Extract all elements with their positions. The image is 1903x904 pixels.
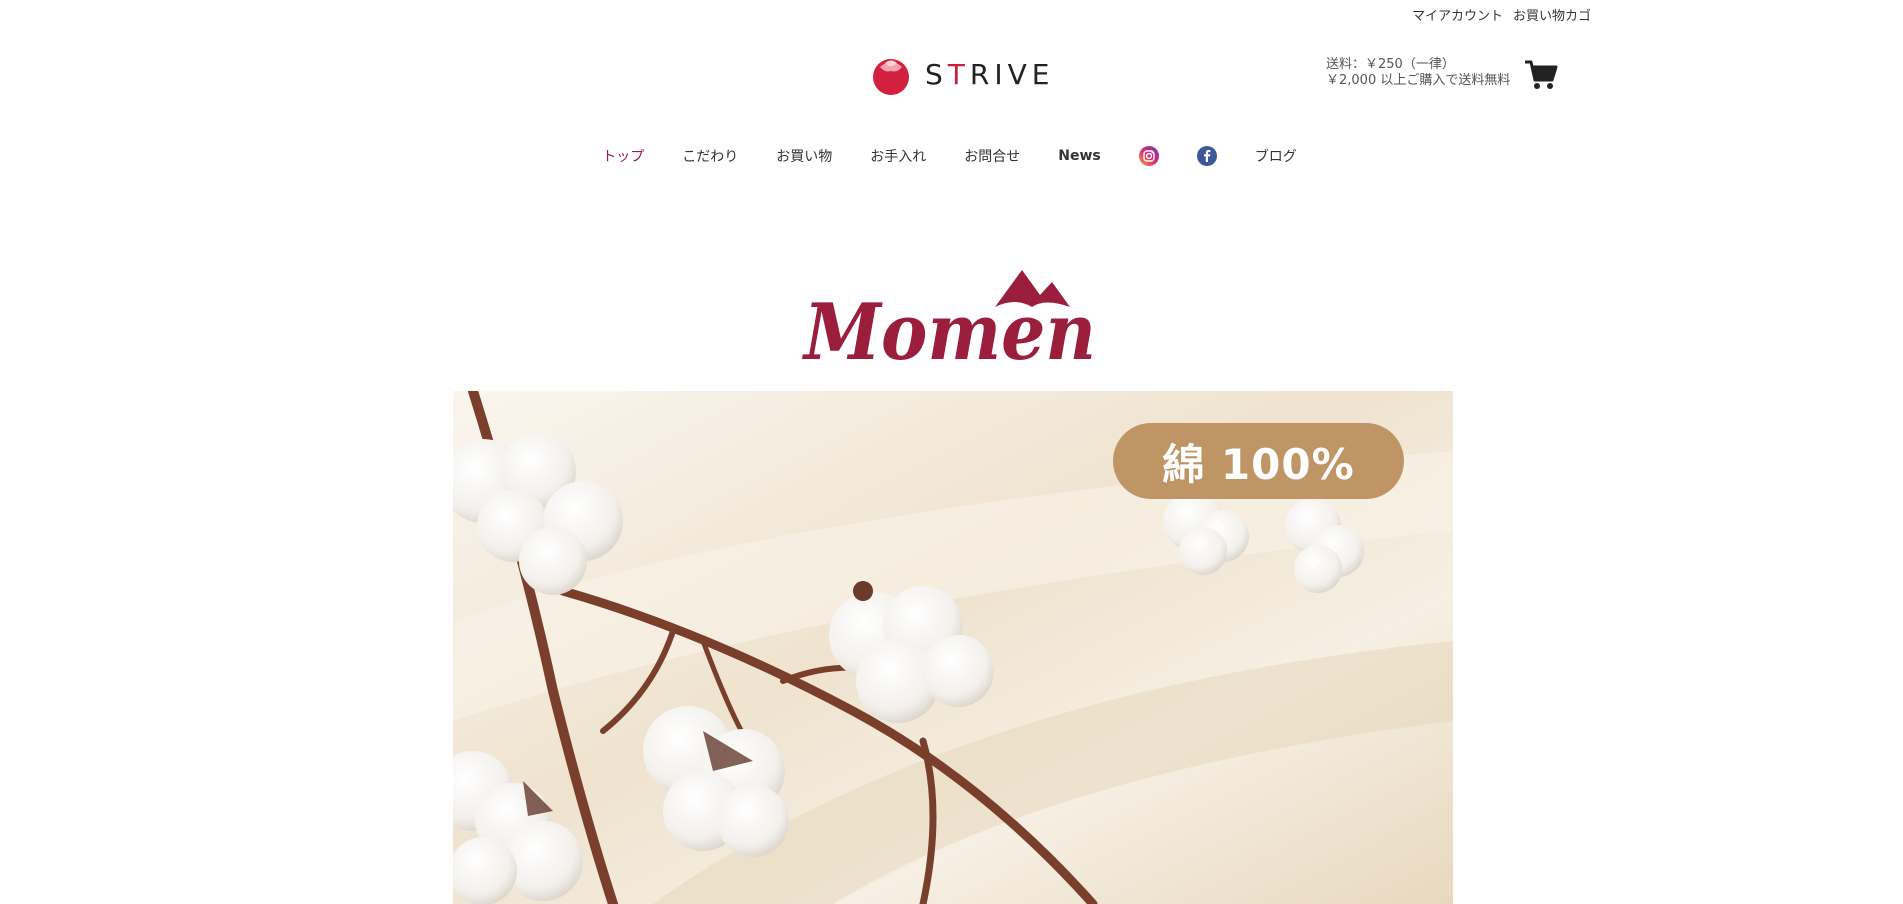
site-logo[interactable]: STRIVE (871, 55, 1054, 95)
nav-item-blog[interactable]: ブログ (1255, 146, 1297, 166)
my-account-link[interactable]: マイアカウント (1412, 5, 1503, 24)
nav-item-top[interactable]: トップ (602, 146, 644, 166)
nav-item-care[interactable]: お手入れ (870, 146, 926, 166)
free-shipping-text: ￥2,000 以上ご購入で送料無料 (1326, 73, 1511, 88)
nav-item-facebook[interactable] (1196, 146, 1217, 166)
shopping-cart-icon[interactable] (1524, 58, 1558, 92)
utility-links: マイアカウント お買い物カゴ (1412, 5, 1591, 24)
drop-logo-icon (873, 59, 909, 95)
facebook-icon (1196, 146, 1217, 166)
instagram-icon (1138, 146, 1159, 166)
nav-item-news[interactable]: News (1058, 148, 1100, 164)
nav-item-contact[interactable]: お問合せ (964, 146, 1020, 166)
nav-item-shopping[interactable]: お買い物 (776, 146, 832, 166)
cotton-100-badge: 綿 100% (1113, 423, 1404, 499)
shipping-fee-text: 送料：￥250（一律） (1326, 57, 1455, 72)
brand-name: Momen (801, 287, 1096, 365)
badge-text: 綿 100% (1162, 439, 1355, 489)
shipping-info: 送料：￥250（一律） ￥2,000 以上ご購入で送料無料 (1326, 57, 1510, 89)
nav-item-commitment[interactable]: こだわり (682, 146, 738, 166)
main-nav: トップ こだわり お買い物 お手入れ お問合せ News ブログ (0, 146, 1903, 166)
nav-item-instagram[interactable] (1138, 146, 1159, 166)
shopping-cart-link[interactable]: お買い物カゴ (1513, 5, 1591, 24)
momen-brand-logo: Momen (801, 270, 1096, 365)
logo-text: STRIVE (925, 58, 1055, 91)
hero-banner[interactable]: 綿 100% (453, 391, 1453, 904)
